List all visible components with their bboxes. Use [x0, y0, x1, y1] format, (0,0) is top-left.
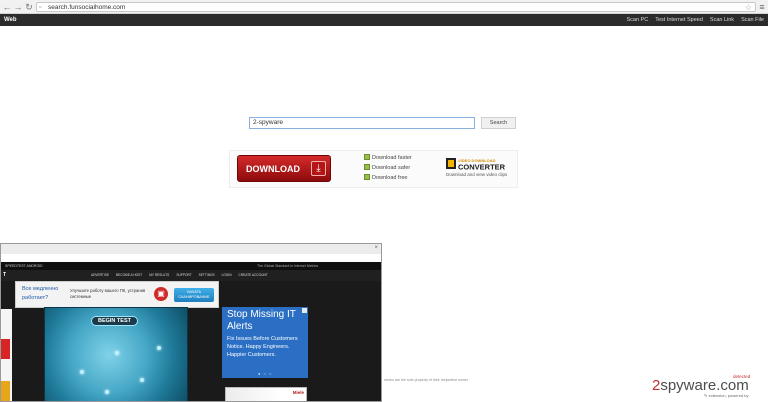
embedded-window: × SPEEDTEST ANDROID The Global Standard … [0, 243, 382, 402]
it-alerts-title: Stop Missing IT Alerts [227, 309, 296, 332]
feature-download-faster: Download faster [364, 154, 412, 162]
feature-download-safer: Download safer [364, 164, 410, 172]
speedtest-tagline: The Global Standard in Internet Metrics [257, 264, 319, 268]
browser-toolbar: ← → ↻ ▫ search.funsocialhome.com ☆ ≡ [0, 0, 768, 14]
site-header: Web Scan PC Test Internet Speed Scan Lin… [0, 14, 768, 26]
russian-ad-button[interactable]: НАЧАТЬ СКАНИРОВАНИЕ [174, 288, 214, 302]
search-input[interactable]: 2-spyware [249, 117, 475, 129]
bottom-right-note: ✎ extension, powered by [704, 393, 749, 398]
check-icon [364, 154, 370, 160]
map-node-icon [80, 370, 84, 374]
begin-test-button[interactable]: BEGIN TEST [91, 316, 138, 326]
search-button[interactable]: Search [481, 117, 516, 129]
embedded-addressbar [1, 254, 381, 262]
speedtest-topstrip: SPEEDTEST ANDROID The Global Standard in… [1, 262, 381, 270]
address-bar[interactable]: ▫ search.funsocialhome.com ☆ [36, 2, 756, 12]
carousel-dots[interactable]: ● ○ ○ [258, 371, 272, 376]
screenshot: ← → ↻ ▫ search.funsocialhome.com ☆ ≡ Web… [0, 0, 768, 402]
reload-icon[interactable]: ↻ [24, 2, 34, 12]
nav-my-results[interactable]: MY RESULTS [149, 270, 169, 281]
watermark-detected: detected [733, 374, 751, 379]
miele-logo: Miele [292, 390, 304, 395]
it-alerts-ad[interactable]: Stop Missing IT Alerts Fix Issues Before… [222, 307, 308, 378]
embedded-tabbar: × [1, 244, 381, 254]
forward-arrow-icon[interactable]: → [13, 2, 23, 12]
svg-text:CONVERTER: CONVERTER [458, 163, 506, 172]
check-icon [364, 164, 370, 170]
video-converter-caption: Download and view video clips [446, 172, 508, 177]
link-test-internet-speed[interactable]: Test Internet Speed [655, 14, 703, 26]
speedtest-nav: T ADVERTISE BECOME A HOST MY RESULTS SUP… [1, 270, 381, 281]
footer-note: stores are the sole property of their re… [384, 378, 468, 382]
check-icon [364, 174, 370, 180]
page-icon: ▫ [39, 4, 42, 11]
side-ad-yellow [1, 381, 10, 401]
video-converter-logo[interactable]: VIDEO DOWNLOAD CONVERTER [446, 157, 512, 171]
russian-ad-question: Все медленно работает? [22, 286, 59, 301]
download-button[interactable]: DOWNLOAD ⤓ [237, 155, 331, 182]
nav-support[interactable]: SUPPORT [176, 270, 191, 281]
nav-create-account[interactable]: CREATE ACCOUNT [239, 270, 268, 281]
watermark: 2spyware.com [652, 377, 749, 394]
download-label: DOWNLOAD [246, 164, 300, 174]
link-scan-pc[interactable]: Scan PC [626, 14, 648, 26]
feature-download-free: Download free [364, 174, 407, 182]
it-alerts-body: Fix Issues Before Customers Notice. Happ… [227, 336, 298, 358]
speedtest-nav-title: T [3, 272, 7, 278]
map-node-icon [115, 351, 119, 355]
miele-ad-image [226, 388, 282, 401]
close-icon[interactable]: × [374, 244, 378, 253]
address-url[interactable]: search.funsocialhome.com [48, 3, 125, 12]
map-node-icon [105, 390, 109, 394]
back-arrow-icon[interactable]: ← [2, 2, 12, 12]
speedtest-map: BEGIN TEST [44, 307, 188, 401]
map-node-icon [157, 346, 161, 350]
side-ad[interactable] [1, 309, 12, 401]
header-links: Scan PC Test Internet Speed Scan Link Sc… [626, 14, 764, 26]
link-scan-file[interactable]: Scan File [741, 14, 764, 26]
brand-web[interactable]: Web [4, 14, 17, 26]
menu-icon[interactable]: ≡ [758, 2, 766, 12]
side-ad-red [1, 339, 10, 359]
lock-icon: ▣ [154, 287, 168, 301]
speedtest-top-left[interactable]: SPEEDTEST ANDROID [5, 262, 43, 270]
star-icon[interactable]: ☆ [745, 3, 752, 12]
nav-login[interactable]: LOGIN [222, 270, 232, 281]
miele-ad[interactable]: Miele [225, 387, 307, 401]
speedtest-nav-links: ADVERTISE BECOME A HOST MY RESULTS SUPPO… [91, 270, 268, 281]
map-node-icon [140, 378, 144, 382]
nav-advertise[interactable]: ADVERTISE [91, 270, 109, 281]
russian-ad-text: Улучшите работу вашего ПК, устранив сист… [70, 288, 146, 299]
download-icon: ⤓ [311, 161, 326, 176]
nav-become-a-host[interactable]: BECOME A HOST [116, 270, 142, 281]
nav-settings[interactable]: SETTINGS [199, 270, 215, 281]
link-scan-link[interactable]: Scan Link [710, 14, 734, 26]
russian-ad-banner[interactable]: Все медленно работает? Улучшите работу в… [15, 281, 219, 308]
